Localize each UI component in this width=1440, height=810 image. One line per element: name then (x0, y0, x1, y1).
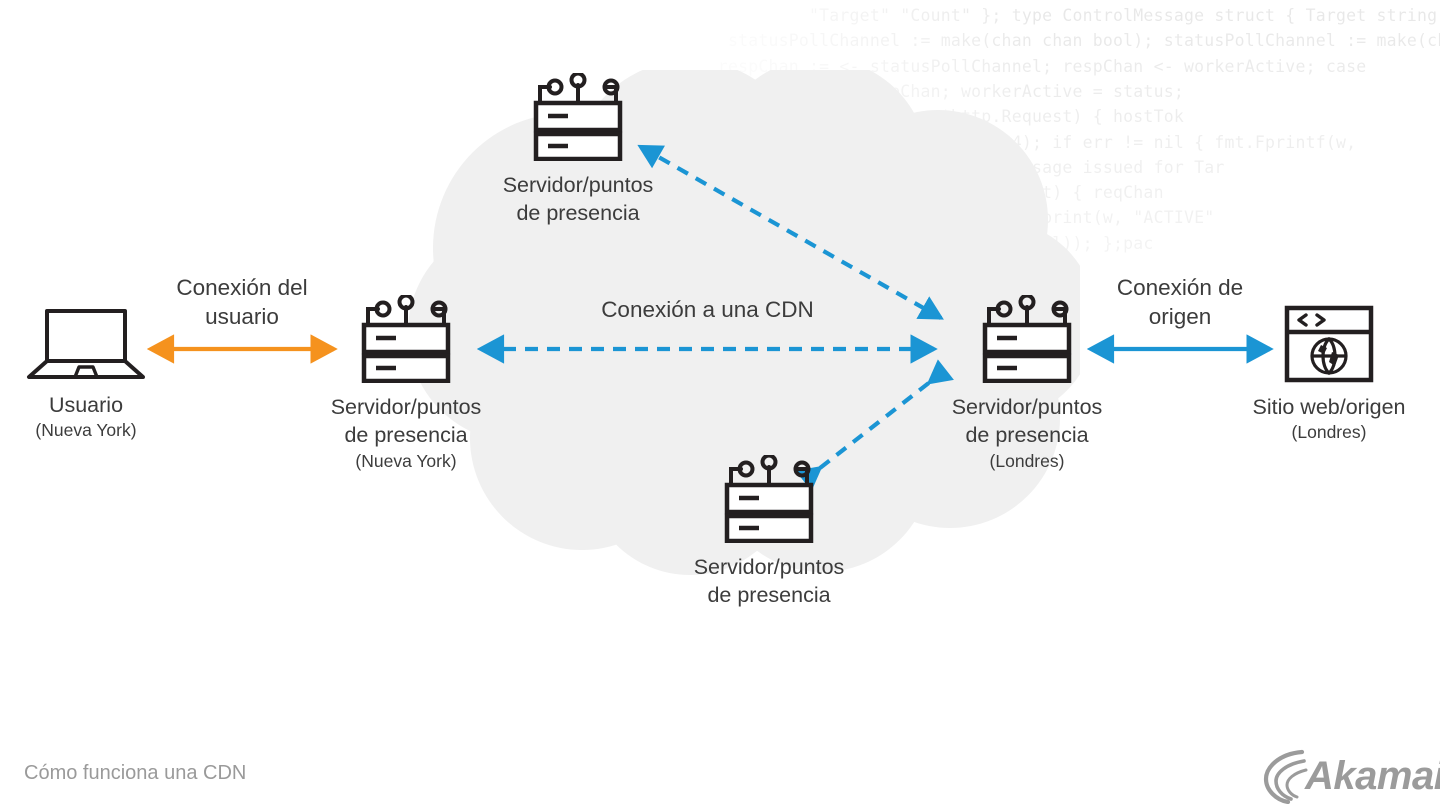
node-user-sub: (Nueva York) (35, 420, 137, 441)
akamai-logo: Akamai (1262, 748, 1440, 804)
node-pop-top-label-line1: Servidor/puntos (502, 173, 654, 197)
footer-caption: Cómo funciona una CDN (24, 762, 247, 784)
label-cdn-connection: Conexión a una CDN (515, 295, 900, 324)
node-pop-london-sub: (Londres) (989, 450, 1065, 471)
diagram-canvas: "Target" "Count" }; type ControlMessage … (0, 0, 1440, 810)
node-pop-new-york-sub: (Nueva York) (355, 450, 457, 471)
node-pop-top: Servidor/puntos de presencia (472, 73, 684, 228)
connection-arrows (146, 144, 1274, 492)
label-user-connection-line1: Conexión del (176, 275, 308, 300)
server-icon (724, 455, 814, 543)
node-pop-bottom-label-line1: Servidor/puntos (693, 555, 845, 579)
arrow-cdn-connection-top (637, 144, 944, 320)
server-icon (533, 73, 623, 161)
node-pop-new-york-label-line2: de presencia (344, 423, 468, 448)
node-user-label: Usuario (48, 393, 124, 417)
label-origin-connection: Conexión de origen (1080, 273, 1280, 332)
node-pop-london-label-line2: de presencia (965, 423, 1089, 448)
label-user-connection-line2: usuario (205, 304, 279, 330)
node-pop-london-label-line1: Servidor/puntos (951, 395, 1103, 419)
label-cdn-connection-line1: Conexión a una CDN (601, 297, 814, 322)
akamai-wordmark: Akamai (1305, 754, 1440, 798)
label-user-connection: Conexión del usuario (142, 273, 342, 332)
node-pop-bottom: Servidor/puntos de presencia (663, 455, 875, 610)
node-origin-website-label: Sitio web/origen (1252, 395, 1406, 419)
label-origin-connection-line1: Conexión de (1116, 275, 1244, 300)
node-pop-bottom-label-line2: de presencia (707, 583, 831, 608)
node-pop-top-label-line2: de presencia (516, 201, 640, 226)
label-origin-connection-line2: origen (1148, 304, 1212, 330)
node-pop-new-york-label-line1: Servidor/puntos (330, 395, 482, 419)
node-origin-website-sub: (Londres) (1291, 422, 1367, 443)
